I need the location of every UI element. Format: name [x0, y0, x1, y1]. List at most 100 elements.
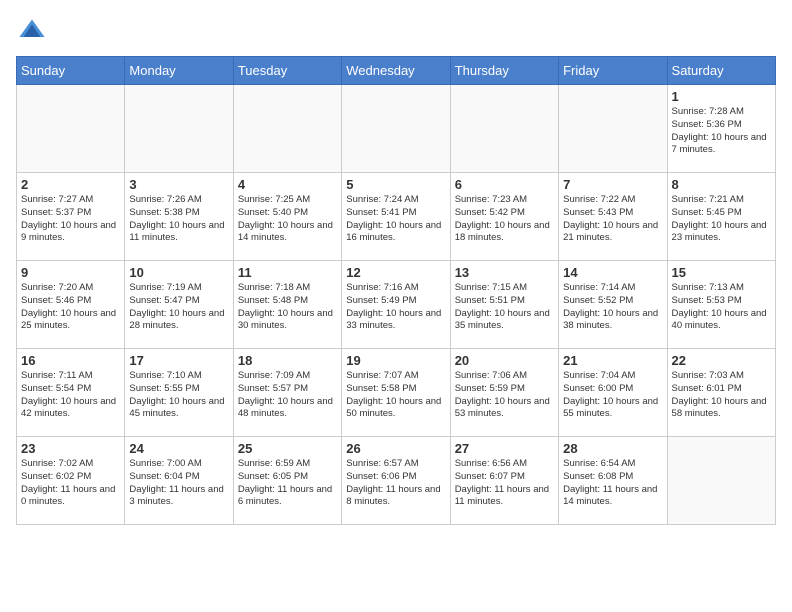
calendar-cell: 14 Sunrise: 7:14 AM Sunset: 5:52 PM Dayli… [559, 261, 667, 349]
day-info: Sunrise: 7:16 AM Sunset: 5:49 PM Dayligh… [346, 282, 445, 333]
day-info: Sunrise: 7:15 AM Sunset: 5:51 PM Dayligh… [455, 282, 554, 333]
day-number: 1 [672, 89, 771, 104]
day-number: 20 [455, 353, 554, 368]
day-info: Sunrise: 6:59 AM Sunset: 6:05 PM Dayligh… [238, 458, 337, 509]
page-header [16, 16, 776, 44]
logo [16, 16, 46, 44]
day-info: Sunrise: 7:03 AM Sunset: 6:01 PM Dayligh… [672, 370, 771, 421]
week-row-4: 16 Sunrise: 7:11 AM Sunset: 5:54 PM Dayli… [17, 349, 776, 437]
day-number: 9 [21, 265, 120, 280]
calendar-cell [342, 85, 450, 173]
calendar-cell: 16 Sunrise: 7:11 AM Sunset: 5:54 PM Dayli… [17, 349, 125, 437]
logo-icon [18, 16, 46, 44]
day-info: Sunrise: 7:11 AM Sunset: 5:54 PM Dayligh… [21, 370, 120, 421]
day-number: 6 [455, 177, 554, 192]
day-number: 19 [346, 353, 445, 368]
calendar-cell: 23 Sunrise: 7:02 AM Sunset: 6:02 PM Dayli… [17, 437, 125, 525]
day-number: 5 [346, 177, 445, 192]
day-info: Sunrise: 6:54 AM Sunset: 6:08 PM Dayligh… [563, 458, 662, 509]
day-number: 22 [672, 353, 771, 368]
day-number: 12 [346, 265, 445, 280]
week-row-5: 23 Sunrise: 7:02 AM Sunset: 6:02 PM Dayli… [17, 437, 776, 525]
calendar-cell: 17Sunrise: 7:10 AM Sunset: 5:55 PM Dayli… [125, 349, 233, 437]
calendar-cell: 10 Sunrise: 7:19 AM Sunset: 5:47 PM Dayli… [125, 261, 233, 349]
day-info: Sunrise: 7:21 AM Sunset: 5:45 PM Dayligh… [672, 194, 771, 245]
calendar-cell: 26Sunrise: 6:57 AM Sunset: 6:06 PM Dayli… [342, 437, 450, 525]
calendar-cell: 11 Sunrise: 7:18 AM Sunset: 5:48 PM Dayli… [233, 261, 341, 349]
calendar-cell: 21 Sunrise: 7:04 AM Sunset: 6:00 PM Dayli… [559, 349, 667, 437]
day-number: 26 [346, 441, 445, 456]
day-number: 15 [672, 265, 771, 280]
calendar-cell: 25 Sunrise: 6:59 AM Sunset: 6:05 PM Dayli… [233, 437, 341, 525]
day-number: 10 [129, 265, 228, 280]
calendar-cell [125, 85, 233, 173]
week-row-3: 9 Sunrise: 7:20 AM Sunset: 5:46 PM Daylig… [17, 261, 776, 349]
day-info: Sunrise: 7:18 AM Sunset: 5:48 PM Dayligh… [238, 282, 337, 333]
day-number: 18 [238, 353, 337, 368]
day-info: Sunrise: 7:23 AM Sunset: 5:42 PM Dayligh… [455, 194, 554, 245]
day-info: Sunrise: 7:07 AM Sunset: 5:58 PM Dayligh… [346, 370, 445, 421]
calendar-cell: 12 Sunrise: 7:16 AM Sunset: 5:49 PM Dayli… [342, 261, 450, 349]
calendar-cell: 2 Sunrise: 7:27 AM Sunset: 5:37 PM Daylig… [17, 173, 125, 261]
calendar-table: SundayMondayTuesdayWednesdayThursdayFrid… [16, 56, 776, 525]
calendar-cell: 15 Sunrise: 7:13 AM Sunset: 5:53 PM Dayli… [667, 261, 775, 349]
weekday-header-monday: Monday [125, 57, 233, 85]
day-info: Sunrise: 7:20 AM Sunset: 5:46 PM Dayligh… [21, 282, 120, 333]
day-info: Sunrise: 7:06 AM Sunset: 5:59 PM Dayligh… [455, 370, 554, 421]
day-number: 25 [238, 441, 337, 456]
calendar-cell: 22 Sunrise: 7:03 AM Sunset: 6:01 PM Dayli… [667, 349, 775, 437]
weekday-header-wednesday: Wednesday [342, 57, 450, 85]
weekday-header-row: SundayMondayTuesdayWednesdayThursdayFrid… [17, 57, 776, 85]
day-number: 4 [238, 177, 337, 192]
calendar-cell [233, 85, 341, 173]
calendar-cell: 18 Sunrise: 7:09 AM Sunset: 5:57 PM Dayli… [233, 349, 341, 437]
day-info: Sunrise: 7:10 AM Sunset: 5:55 PM Dayligh… [129, 370, 228, 421]
day-info: Sunrise: 7:00 AM Sunset: 6:04 PM Dayligh… [129, 458, 228, 509]
calendar-cell [450, 85, 558, 173]
day-number: 14 [563, 265, 662, 280]
calendar-cell: 7 Sunrise: 7:22 AM Sunset: 5:43 PM Daylig… [559, 173, 667, 261]
calendar-cell: 28 Sunrise: 6:54 AM Sunset: 6:08 PM Dayli… [559, 437, 667, 525]
day-info: Sunrise: 7:09 AM Sunset: 5:57 PM Dayligh… [238, 370, 337, 421]
day-number: 13 [455, 265, 554, 280]
day-info: Sunrise: 7:24 AM Sunset: 5:41 PM Dayligh… [346, 194, 445, 245]
calendar-cell: 4Sunrise: 7:25 AM Sunset: 5:40 PM Daylig… [233, 173, 341, 261]
calendar-cell: 9 Sunrise: 7:20 AM Sunset: 5:46 PM Daylig… [17, 261, 125, 349]
calendar-cell: 8 Sunrise: 7:21 AM Sunset: 5:45 PM Daylig… [667, 173, 775, 261]
calendar-cell [17, 85, 125, 173]
day-info: Sunrise: 7:02 AM Sunset: 6:02 PM Dayligh… [21, 458, 120, 509]
calendar-cell: 1 Sunrise: 7:28 AM Sunset: 5:36 PM Daylig… [667, 85, 775, 173]
day-info: Sunrise: 7:28 AM Sunset: 5:36 PM Dayligh… [672, 106, 771, 157]
week-row-1: 1 Sunrise: 7:28 AM Sunset: 5:36 PM Daylig… [17, 85, 776, 173]
weekday-header-sunday: Sunday [17, 57, 125, 85]
day-info: Sunrise: 7:22 AM Sunset: 5:43 PM Dayligh… [563, 194, 662, 245]
calendar-cell: 19 Sunrise: 7:07 AM Sunset: 5:58 PM Dayli… [342, 349, 450, 437]
day-number: 23 [21, 441, 120, 456]
day-number: 28 [563, 441, 662, 456]
day-number: 11 [238, 265, 337, 280]
weekday-header-thursday: Thursday [450, 57, 558, 85]
calendar-cell: 20 Sunrise: 7:06 AM Sunset: 5:59 PM Dayli… [450, 349, 558, 437]
calendar-cell: 6 Sunrise: 7:23 AM Sunset: 5:42 PM Daylig… [450, 173, 558, 261]
day-number: 2 [21, 177, 120, 192]
day-number: 16 [21, 353, 120, 368]
day-info: Sunrise: 6:56 AM Sunset: 6:07 PM Dayligh… [455, 458, 554, 509]
weekday-header-saturday: Saturday [667, 57, 775, 85]
calendar-cell: 5 Sunrise: 7:24 AM Sunset: 5:41 PM Daylig… [342, 173, 450, 261]
calendar-cell: 3Sunrise: 7:26 AM Sunset: 5:38 PM Daylig… [125, 173, 233, 261]
day-number: 27 [455, 441, 554, 456]
day-info: Sunrise: 7:13 AM Sunset: 5:53 PM Dayligh… [672, 282, 771, 333]
day-info: Sunrise: 7:27 AM Sunset: 5:37 PM Dayligh… [21, 194, 120, 245]
calendar-cell: 24Sunrise: 7:00 AM Sunset: 6:04 PM Dayli… [125, 437, 233, 525]
day-info: Sunrise: 7:14 AM Sunset: 5:52 PM Dayligh… [563, 282, 662, 333]
day-info: Sunrise: 7:26 AM Sunset: 5:38 PM Dayligh… [129, 194, 228, 245]
day-info: Sunrise: 7:04 AM Sunset: 6:00 PM Dayligh… [563, 370, 662, 421]
day-number: 21 [563, 353, 662, 368]
calendar-cell [667, 437, 775, 525]
day-number: 7 [563, 177, 662, 192]
calendar-cell [559, 85, 667, 173]
weekday-header-tuesday: Tuesday [233, 57, 341, 85]
day-info: Sunrise: 7:19 AM Sunset: 5:47 PM Dayligh… [129, 282, 228, 333]
weekday-header-friday: Friday [559, 57, 667, 85]
day-number: 8 [672, 177, 771, 192]
